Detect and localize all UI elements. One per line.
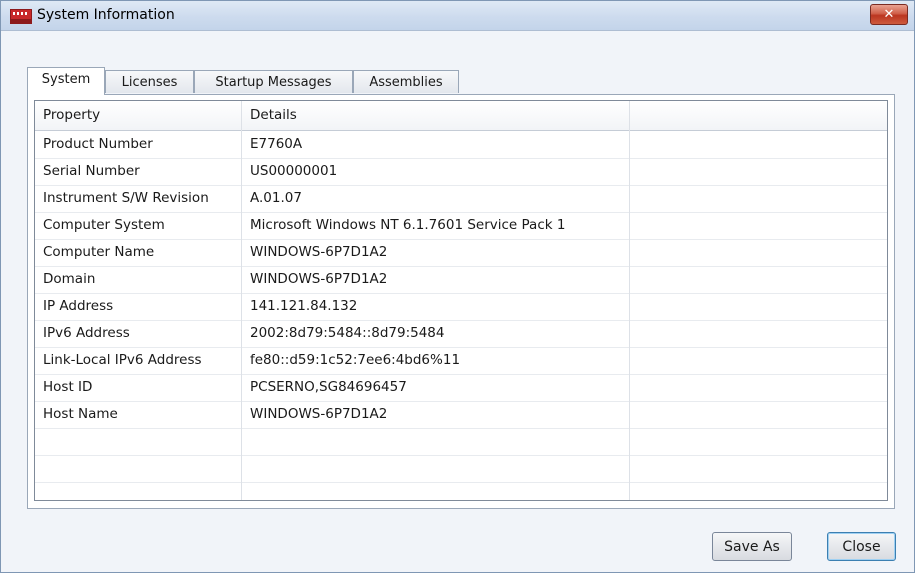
empty-table-row: [35, 428, 887, 456]
details-cell: A.01.07: [250, 190, 302, 206]
column-divider[interactable]: [629, 101, 630, 500]
details-cell: WINDOWS-6P7D1A2: [250, 271, 388, 287]
table-header: Property Details: [35, 101, 887, 131]
property-cell: Computer System: [43, 217, 165, 233]
window-title: System Information: [37, 7, 175, 23]
save-as-button[interactable]: Save As: [712, 532, 792, 561]
table-row[interactable]: Serial Number US00000001: [35, 158, 887, 186]
app-logo-icon: [10, 9, 32, 24]
title-bar[interactable]: System Information ✕: [1, 1, 914, 31]
tab-label: Licenses: [121, 75, 178, 90]
table-row[interactable]: IPv6 Address 2002:8d79:5484::8d79:5484: [35, 320, 887, 348]
tab-panel-system: Property Details Product Number E7760A S…: [27, 94, 895, 509]
column-divider[interactable]: [241, 101, 242, 500]
close-button[interactable]: Close: [827, 532, 896, 561]
table-row[interactable]: Computer Name WINDOWS-6P7D1A2: [35, 239, 887, 267]
tab-label: Assemblies: [369, 75, 443, 90]
details-cell: fe80::d59:1c52:7ee6:4bd6%11: [250, 352, 461, 368]
column-header-details[interactable]: Details: [250, 101, 297, 130]
tab-label: Startup Messages: [215, 75, 332, 90]
table-row[interactable]: Product Number E7760A: [35, 131, 887, 159]
property-cell: Link-Local IPv6 Address: [43, 352, 202, 368]
details-cell: PCSERNO,SG84696457: [250, 379, 407, 395]
empty-table-row: [35, 482, 887, 500]
tab-assemblies[interactable]: Assemblies: [353, 70, 459, 93]
table-row[interactable]: Domain WINDOWS-6P7D1A2: [35, 266, 887, 294]
property-cell: Computer Name: [43, 244, 155, 260]
column-header-property[interactable]: Property: [43, 101, 100, 130]
window-close-icon[interactable]: ✕: [870, 4, 908, 25]
table-row[interactable]: Host Name WINDOWS-6P7D1A2: [35, 401, 887, 429]
table-row[interactable]: Instrument S/W Revision A.01.07: [35, 185, 887, 213]
tab-startup-messages[interactable]: Startup Messages: [194, 70, 353, 93]
property-cell: Host Name: [43, 406, 118, 422]
table-row[interactable]: Link-Local IPv6 Address fe80::d59:1c52:7…: [35, 347, 887, 375]
system-info-table[interactable]: Property Details Product Number E7760A S…: [34, 100, 888, 501]
tab-licenses[interactable]: Licenses: [105, 70, 194, 93]
property-cell: IPv6 Address: [43, 325, 130, 341]
property-cell: Domain: [43, 271, 96, 287]
details-cell: US00000001: [250, 163, 338, 179]
property-cell: Instrument S/W Revision: [43, 190, 209, 206]
table-row[interactable]: IP Address 141.121.84.132: [35, 293, 887, 321]
details-cell: WINDOWS-6P7D1A2: [250, 244, 388, 260]
details-cell: WINDOWS-6P7D1A2: [250, 406, 388, 422]
empty-table-row: [35, 455, 887, 483]
tab-system[interactable]: System: [27, 67, 105, 95]
tab-label: System: [41, 72, 91, 87]
details-cell: 141.121.84.132: [250, 298, 358, 314]
property-cell: Serial Number: [43, 163, 140, 179]
system-information-dialog: System Information ✕ System Licenses Sta…: [0, 0, 915, 573]
details-cell: Microsoft Windows NT 6.1.7601 Service Pa…: [250, 217, 566, 233]
property-cell: Host ID: [43, 379, 93, 395]
details-cell: 2002:8d79:5484::8d79:5484: [250, 325, 445, 341]
table-row[interactable]: Host ID PCSERNO,SG84696457: [35, 374, 887, 402]
details-cell: E7760A: [250, 136, 303, 152]
property-cell: Product Number: [43, 136, 153, 152]
property-cell: IP Address: [43, 298, 114, 314]
table-row[interactable]: Computer System Microsoft Windows NT 6.1…: [35, 212, 887, 240]
